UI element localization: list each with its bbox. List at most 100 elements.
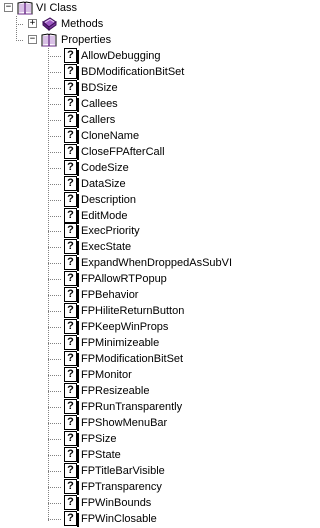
property-item-label: FPWinBounds — [81, 497, 152, 509]
property-item-label: FPBehavior — [81, 289, 139, 301]
property-item-fpallowrtpopup[interactable]: ? FPAllowRTPopup — [0, 271, 274, 287]
property-item-label: FPShowMenuBar — [81, 417, 168, 429]
property-item-label: FPTitleBarVisible — [81, 465, 165, 477]
property-item-datasize[interactable]: ? DataSize — [0, 176, 274, 192]
property-item-execstate[interactable]: ? ExecState — [0, 239, 274, 255]
property-item-label: ExecState — [81, 241, 132, 253]
property-question-icon: ? — [63, 112, 79, 128]
question-mark-glyph: ? — [64, 64, 79, 80]
property-item-callees[interactable]: ? Callees — [0, 96, 274, 112]
property-item-label: AllowDebugging — [81, 50, 161, 62]
property-item-fpwinbounds[interactable]: ? FPWinBounds — [0, 495, 274, 511]
property-item-execpriority[interactable]: ? ExecPriority — [0, 223, 274, 239]
property-question-icon: ? — [63, 447, 79, 463]
collapse-expander[interactable]: − — [28, 35, 37, 44]
property-question-icon: ? — [63, 511, 79, 527]
property-question-icon: ? — [63, 303, 79, 319]
property-question-icon: ? — [63, 351, 79, 367]
property-item-fpkeepwinprops[interactable]: ? FPKeepWinProps — [0, 319, 274, 335]
property-item-fptitlebarvisible[interactable]: ? FPTitleBarVisible — [0, 463, 274, 479]
property-item-label: FPModificationBitSet — [81, 353, 184, 365]
expand-expander[interactable]: + — [28, 19, 37, 28]
question-mark-glyph: ? — [64, 479, 79, 495]
property-item-fpminimizeable[interactable]: ? FPMinimizeable — [0, 335, 274, 351]
property-question-icon: ? — [63, 335, 79, 351]
tree-node-methods[interactable]: + Methods — [0, 16, 274, 32]
property-item-fphilitereturnbutton[interactable]: ? FPHiliteReturnButton — [0, 303, 274, 319]
property-item-codesize[interactable]: ? CodeSize — [0, 160, 274, 176]
property-item-callers[interactable]: ? Callers — [0, 112, 274, 128]
property-item-label: CloneName — [81, 130, 140, 142]
question-mark-glyph: ? — [64, 367, 79, 383]
property-question-icon: ? — [63, 176, 79, 192]
property-item-label: FPState — [81, 449, 121, 461]
property-item-expandwhendroppedassubvi[interactable]: ? ExpandWhenDroppedAsSubVI — [0, 255, 274, 271]
question-mark-glyph: ? — [64, 511, 79, 527]
property-item-label: FPRunTransparently — [81, 401, 183, 413]
property-question-icon: ? — [63, 383, 79, 399]
collapse-expander[interactable]: − — [4, 3, 13, 12]
property-item-fptransparency[interactable]: ? FPTransparency — [0, 479, 274, 495]
tree-node-vi-class[interactable]: − VI Class — [0, 0, 274, 16]
tree-node-label: Properties — [61, 34, 112, 46]
property-item-description[interactable]: ? Description — [0, 192, 274, 208]
question-mark-glyph: ? — [64, 192, 79, 208]
property-question-icon: ? — [63, 48, 79, 64]
property-item-editmode[interactable]: ? EditMode — [0, 208, 274, 224]
property-item-fpstate[interactable]: ? FPState — [0, 447, 274, 463]
property-item-fpresizeable[interactable]: ? FPResizeable — [0, 383, 274, 399]
question-mark-glyph: ? — [64, 176, 79, 192]
property-item-label: ExecPriority — [81, 225, 140, 237]
property-item-label: FPMonitor — [81, 369, 132, 381]
property-item-label: FPWinClosable — [81, 513, 157, 525]
property-question-icon: ? — [63, 463, 79, 479]
property-question-icon: ? — [63, 64, 79, 80]
property-item-fpshowmenubar[interactable]: ? FPShowMenuBar — [0, 415, 274, 431]
property-question-icon: ? — [63, 367, 79, 383]
property-item-bdsize[interactable]: ? BDSize — [0, 80, 274, 96]
question-mark-glyph: ? — [64, 48, 79, 64]
question-mark-glyph: ? — [64, 335, 79, 351]
property-item-label: BDSize — [81, 82, 118, 94]
question-mark-glyph: ? — [64, 271, 79, 287]
property-item-label: FPResizeable — [81, 385, 150, 397]
question-mark-glyph: ? — [64, 415, 79, 431]
property-question-icon: ? — [63, 271, 79, 287]
property-item-fpsize[interactable]: ? FPSize — [0, 431, 274, 447]
property-item-label: CloseFPAfterCall — [81, 146, 165, 158]
tree-node-properties[interactable]: − Properties — [0, 32, 274, 48]
property-item-fpmodificationbitset[interactable]: ? FPModificationBitSet — [0, 351, 274, 367]
property-question-icon: ? — [63, 431, 79, 447]
property-item-bdmodificationbitset[interactable]: ? BDModificationBitSet — [0, 64, 274, 80]
question-mark-glyph: ? — [64, 80, 79, 96]
property-item-closefpaftercall[interactable]: ? CloseFPAfterCall — [0, 144, 274, 160]
tree-node-label: Methods — [61, 18, 104, 30]
property-item-fpmonitor[interactable]: ? FPMonitor — [0, 367, 274, 383]
property-item-fpwinclosable[interactable]: ? FPWinClosable — [0, 511, 274, 527]
property-question-icon: ? — [63, 223, 79, 239]
question-mark-glyph: ? — [64, 351, 79, 367]
class-tree-view[interactable]: − VI Class + Methods − Properties ? Allo… — [0, 0, 274, 528]
question-mark-glyph: ? — [64, 144, 79, 160]
property-question-icon: ? — [63, 239, 79, 255]
property-item-fpbehavior[interactable]: ? FPBehavior — [0, 287, 274, 303]
property-item-clonename[interactable]: ? CloneName — [0, 128, 274, 144]
property-item-label: FPHiliteReturnButton — [81, 305, 185, 317]
property-question-icon: ? — [63, 192, 79, 208]
property-question-icon: ? — [63, 144, 79, 160]
property-item-allowdebugging[interactable]: ? AllowDebugging — [0, 48, 274, 64]
question-mark-glyph: ? — [64, 495, 79, 511]
property-item-label: Description — [81, 194, 137, 206]
question-mark-glyph: ? — [64, 255, 79, 271]
property-item-label: ExpandWhenDroppedAsSubVI — [81, 257, 233, 269]
property-item-fpruntransparently[interactable]: ? FPRunTransparently — [0, 399, 274, 415]
question-mark-glyph: ? — [64, 160, 79, 176]
question-mark-glyph: ? — [64, 431, 79, 447]
property-question-icon: ? — [63, 479, 79, 495]
purple-book-icon — [41, 16, 57, 32]
open-book-icon — [41, 32, 57, 48]
question-mark-glyph: ? — [64, 112, 79, 128]
property-question-icon: ? — [63, 160, 79, 176]
property-question-icon: ? — [63, 287, 79, 303]
property-question-icon: ? — [63, 495, 79, 511]
